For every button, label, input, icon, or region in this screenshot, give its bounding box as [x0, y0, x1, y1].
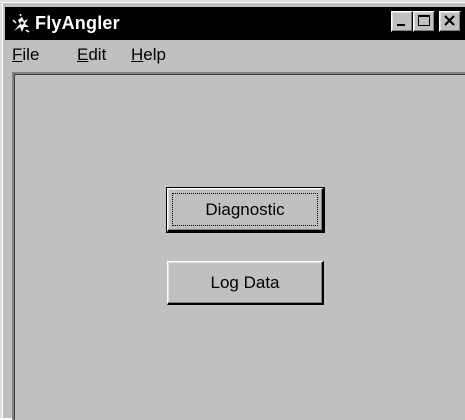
menu-bar: File Edit Help: [5, 42, 465, 68]
menu-help-mnemonic: H: [131, 45, 144, 64]
minimize-button[interactable]: [391, 11, 413, 32]
minimize-icon: [397, 24, 405, 26]
close-button[interactable]: [439, 11, 461, 32]
menu-help[interactable]: Help: [131, 45, 166, 65]
client-area: Diagnostic Log Data: [12, 72, 465, 420]
menu-file-label: ile: [22, 45, 40, 64]
diagnostic-button-label: Diagnostic: [205, 200, 285, 219]
log-data-button[interactable]: Log Data: [167, 261, 324, 305]
window-title: FlyAngler: [35, 13, 120, 33]
diagnostic-button[interactable]: Diagnostic: [166, 187, 325, 233]
maximize-icon: [418, 15, 430, 26]
log-data-button-label: Log Data: [210, 273, 280, 292]
close-icon: [444, 15, 455, 26]
menu-help-label: elp: [143, 45, 166, 64]
menu-file-mnemonic: F: [12, 45, 23, 64]
menu-edit-label: dit: [88, 45, 107, 64]
maximize-button[interactable]: [413, 11, 435, 32]
fly-angler-icon[interactable]: [11, 13, 31, 34]
menu-edit-mnemonic: E: [77, 45, 89, 64]
title-bar[interactable]: FlyAngler: [5, 7, 465, 40]
app-window: FlyAngler File Edit Help Diagnostic Log …: [0, 0, 465, 420]
menu-file[interactable]: File: [12, 45, 39, 65]
menu-edit[interactable]: Edit: [77, 45, 106, 65]
